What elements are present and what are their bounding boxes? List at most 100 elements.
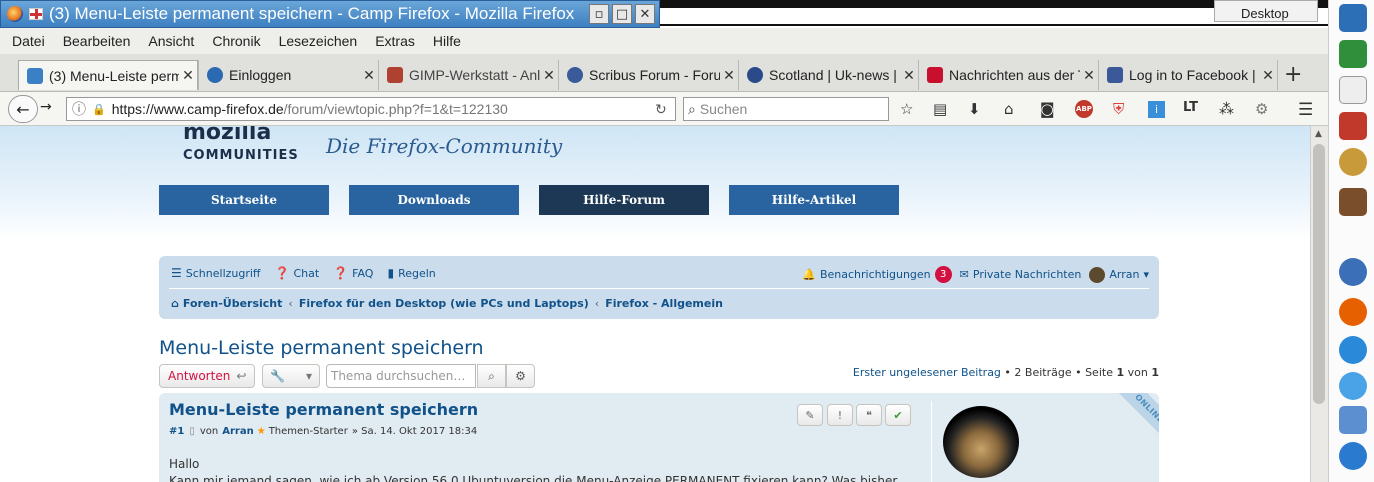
reply-button[interactable]: Antworten ↩	[159, 364, 255, 388]
red-book-icon[interactable]	[1339, 112, 1367, 140]
tab-campfirefox[interactable]: (3) Menu-Leiste perm ✕	[18, 60, 198, 90]
reload-icon[interactable]: ↻	[655, 101, 675, 118]
close-tab-icon[interactable]: ✕	[360, 67, 378, 84]
menu-lesezeichen[interactable]: Lesezeichen	[279, 33, 358, 49]
window-titlebar[interactable]: (3) Menu-Leiste permanent speichern - Ca…	[0, 0, 660, 28]
thunderbird-icon[interactable]	[1339, 258, 1367, 286]
link-regeln[interactable]: Regeln	[398, 267, 436, 280]
tab-einloggen[interactable]: Einloggen ✕	[198, 60, 378, 90]
reading-list-icon[interactable]: ▤	[933, 100, 947, 118]
close-tab-icon[interactable]: ✕	[900, 67, 918, 84]
close-tab-icon[interactable]: ✕	[1080, 67, 1098, 84]
search-icon: ⌕	[688, 100, 696, 117]
maximize-button[interactable]: □	[612, 4, 632, 24]
nav-hilfe-forum[interactable]: Hilfe-Forum	[539, 185, 709, 215]
close-tab-icon[interactable]: ✕	[540, 67, 558, 84]
menu-extras[interactable]: Extras	[375, 33, 415, 49]
search-input[interactable]: ⌕ Suchen	[683, 97, 889, 121]
nav-startseite[interactable]: Startseite	[159, 185, 329, 215]
minimize-button[interactable]: ▫	[589, 4, 609, 24]
gear-icon: ⚙	[515, 369, 526, 383]
advanced-search-button[interactable]: ⚙	[506, 364, 535, 388]
quote-post-button[interactable]: ❝	[856, 404, 882, 426]
page-scrollbar[interactable]: ▲	[1310, 126, 1328, 482]
close-tab-icon[interactable]: ✕	[1259, 67, 1277, 84]
tab-bar: (3) Menu-Leiste perm ✕ Einloggen ✕ GIMP-…	[0, 54, 1328, 92]
languagetool-icon[interactable]: LT	[1183, 100, 1198, 115]
notifications-link[interactable]: Benachrichtigungen	[820, 268, 931, 281]
breadcrumb-forums-index[interactable]: Foren-Übersicht	[183, 297, 283, 310]
spreadsheet-icon[interactable]	[1339, 40, 1367, 68]
close-tab-icon[interactable]: ✕	[720, 67, 738, 84]
bronze-app-icon[interactable]	[1339, 148, 1367, 176]
author-avatar[interactable]	[943, 406, 1019, 478]
report-post-button[interactable]: !	[827, 404, 853, 426]
post-file-icon: ▯	[189, 426, 195, 437]
topic-title[interactable]: Menu-Leiste permanent speichern	[159, 337, 484, 359]
link-chat[interactable]: Chat	[293, 267, 319, 280]
close-tab-icon[interactable]: ✕	[179, 67, 197, 84]
url-bar[interactable]: ⓘ 🔒 https://www.camp-firefox.de/forum/vi…	[66, 97, 676, 121]
writer-document-icon[interactable]	[1339, 4, 1367, 32]
avatar[interactable]	[1089, 266, 1106, 283]
scroll-up-icon[interactable]: ▲	[1315, 129, 1322, 139]
page-total: 1	[1151, 366, 1159, 379]
info-icon[interactable]: ⓘ	[72, 99, 86, 119]
new-tab-icon[interactable]: +	[1284, 62, 1302, 87]
scrollbar-thumb[interactable]	[1313, 144, 1325, 404]
link-faq[interactable]: FAQ	[352, 267, 373, 280]
close-button[interactable]: ✕	[635, 4, 655, 24]
post-date: » Sa. 14. Okt 2017 18:34	[351, 426, 478, 437]
network-icon[interactable]	[1339, 406, 1367, 434]
tab-gimp[interactable]: GIMP-Werkstatt - Anl ✕	[378, 60, 558, 90]
post-author-link[interactable]: Arran	[222, 426, 253, 437]
pocket-icon[interactable]: ◙	[1040, 100, 1055, 118]
url-host: https://www.camp-firefox.de	[111, 101, 284, 117]
accept-answer-button[interactable]: ✔	[885, 404, 911, 426]
edit-post-button[interactable]: ✎	[797, 404, 823, 426]
pen-tool-icon[interactable]	[1339, 76, 1367, 104]
post-number-link[interactable]: #1	[169, 426, 184, 437]
desktop-button[interactable]: Desktop	[1214, 0, 1318, 22]
menu-datei[interactable]: Datei	[12, 33, 45, 49]
menu-hilfe[interactable]: Hilfe	[433, 33, 461, 49]
nav-hilfe-artikel[interactable]: Hilfe-Artikel	[729, 185, 899, 215]
firefox-icon[interactable]	[1339, 298, 1367, 326]
post-title[interactable]: Menu-Leiste permanent speichern	[169, 400, 478, 419]
menu-chronik[interactable]: Chronik	[212, 33, 260, 49]
topic-search-input[interactable]: Thema durchsuchen…	[326, 364, 476, 388]
pm-link[interactable]: Private Nachrichten	[973, 268, 1082, 281]
search-button[interactable]: ⌕	[477, 364, 506, 388]
tab-scotland[interactable]: Scotland | Uk-news | ✕	[738, 60, 918, 90]
puzzle-icon[interactable]: ⚙	[1255, 100, 1268, 118]
bookshelf-icon[interactable]	[1339, 188, 1367, 216]
globe-icon[interactable]	[1339, 372, 1367, 400]
home-icon[interactable]: ⌂	[1004, 100, 1014, 118]
tab-scribus[interactable]: Scribus Forum - Foru ✕	[558, 60, 738, 90]
mozilla-logo[interactable]: mozilla	[183, 126, 271, 145]
link-schnellzugriff[interactable]: Schnellzugriff	[186, 267, 261, 280]
url-text[interactable]: https://www.camp-firefox.de/forum/viewto…	[112, 101, 655, 117]
ublock-shield-icon[interactable]: ⛨	[1113, 100, 1124, 118]
download-icon[interactable]: ⬇	[968, 100, 981, 118]
menu-bearbeiten[interactable]: Bearbeiten	[63, 33, 131, 49]
nav-downloads[interactable]: Downloads	[349, 185, 519, 215]
info-extension-icon[interactable]: i	[1148, 101, 1165, 118]
first-unread-link[interactable]: Erster ungelesener Beitrag	[853, 366, 1001, 379]
breadcrumb-firefox-allgemein[interactable]: Firefox - Allgemein	[605, 297, 723, 310]
forward-arrow-icon[interactable]: →	[40, 99, 52, 115]
adblock-icon[interactable]: ABP	[1075, 100, 1093, 118]
grid-extension-icon[interactable]: ⁂	[1219, 100, 1234, 118]
tab-facebook[interactable]: Log in to Facebook | ✕	[1098, 60, 1278, 90]
chevron-down-icon[interactable]: ▾	[1143, 268, 1149, 281]
bookmark-star-icon[interactable]: ☆	[900, 100, 913, 118]
topic-tools-button[interactable]: 🔧 ▾	[262, 364, 320, 388]
hamburger-menu-icon[interactable]: ☰	[1298, 100, 1313, 120]
blue-circle-icon[interactable]	[1339, 442, 1367, 470]
username-link[interactable]: Arran	[1109, 268, 1139, 281]
breadcrumb-firefox-desktop[interactable]: Firefox für den Desktop (wie PCs und Lap…	[299, 297, 589, 310]
back-arrow-icon[interactable]: ←	[8, 95, 38, 123]
tab-nachrichten[interactable]: Nachrichten aus der T ✕	[918, 60, 1098, 90]
blue-wave-icon[interactable]	[1339, 336, 1367, 364]
menu-ansicht[interactable]: Ansicht	[148, 33, 194, 49]
